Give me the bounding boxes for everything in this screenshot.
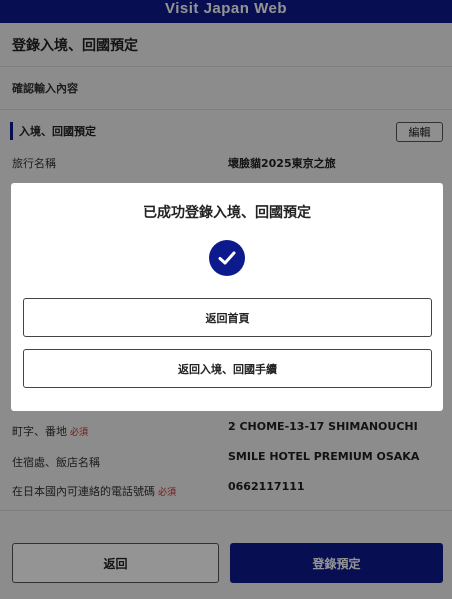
return-home-button[interactable]: 返回首頁 — [23, 298, 432, 337]
checkmark-icon — [218, 251, 236, 265]
success-dialog: 已成功登錄入境、回國預定 返回首頁 返回入境、回國手續 — [11, 183, 443, 411]
dialog-title: 已成功登錄入境、回國預定 — [143, 205, 311, 221]
return-procedures-button[interactable]: 返回入境、回國手續 — [23, 349, 432, 388]
check-circle-icon — [209, 240, 245, 276]
return-home-label: 返回首頁 — [205, 311, 250, 325]
return-procedures-label: 返回入境、回國手續 — [178, 362, 277, 376]
